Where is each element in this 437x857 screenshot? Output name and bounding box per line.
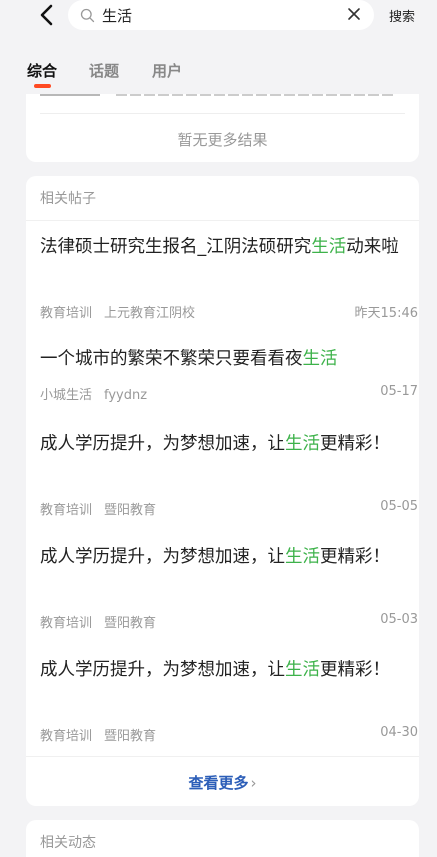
divider <box>26 220 419 221</box>
post-meta: 教育培训 上元教育江阴校 <box>40 302 195 321</box>
section-title: 相关动态 <box>40 835 96 851</box>
post-meta: 教育培训 暨阳教育 <box>40 612 156 631</box>
post-author: 暨阳教育 <box>104 616 157 631</box>
post-title[interactable]: 成人学历提升，为梦想加速，让生活更精彩！ <box>40 655 410 685</box>
divider <box>26 756 419 757</box>
view-more-button[interactable]: 查看更多 › <box>26 772 419 793</box>
post-title[interactable]: 成人学历提升，为梦想加速，让生活更精彩！ <box>40 429 410 459</box>
search-input[interactable]: 生活 <box>68 0 374 30</box>
post-author: 上元教育江阴校 <box>104 306 196 321</box>
post-category: 小城生活 <box>40 388 93 403</box>
post-time: 05-03 <box>380 612 418 627</box>
post-title-highlight: 生活 <box>311 237 347 257</box>
no-more-results: 暂无更多结果 <box>177 131 268 149</box>
post-meta: 小城生活 fyydnz <box>40 384 147 403</box>
related-dynamics-card: 相关动态 <box>26 820 419 857</box>
post-category: 教育培训 <box>40 729 93 744</box>
post-item[interactable]: 成人学历提升，为梦想加速，让生活更精彩！ 教育培训 暨阳教育 05-03 <box>40 542 418 631</box>
post-author: 暨阳教育 <box>104 503 157 518</box>
post-item[interactable]: 法律硕士研究生报名_江阴法硕研究生活动来啦 教育培训 上元教育江阴校 昨天15:4… <box>40 232 418 321</box>
post-author: 暨阳教育 <box>104 729 157 744</box>
search-query[interactable]: 生活 <box>102 5 132 26</box>
section-title: 相关帖子 <box>40 191 96 207</box>
back-arrow-icon[interactable] <box>36 3 60 27</box>
post-time: 05-05 <box>380 499 418 514</box>
post-author: fyydnz <box>104 388 148 403</box>
tab-active-indicator <box>34 84 51 88</box>
post-title-highlight: 生活 <box>285 547 320 567</box>
post-meta: 教育培训 暨阳教育 <box>40 725 156 744</box>
post-category: 教育培训 <box>40 503 93 518</box>
view-more-label[interactable]: 查看更多 <box>188 774 248 792</box>
post-item[interactable]: 成人学历提升，为梦想加速，让生活更精彩！ 教育培训 暨阳教育 04-30 <box>40 655 418 744</box>
post-category: 教育培训 <box>40 616 93 631</box>
clear-icon[interactable] <box>346 6 362 26</box>
post-title[interactable]: 成人学历提升，为梦想加速，让生活更精彩！ <box>40 542 410 572</box>
tab-comprehensive[interactable]: 综合 <box>27 60 57 81</box>
post-title-highlight: 生活 <box>302 349 338 369</box>
post-title-highlight: 生活 <box>285 434 320 454</box>
tab-users[interactable]: 用户 <box>152 60 182 81</box>
chevron-right-icon: › <box>250 774 257 792</box>
post-title-highlight: 生活 <box>285 660 320 680</box>
post-item[interactable]: 一个城市的繁荣不繁荣只要看看夜生活 小城生活 fyydnz 05-17 <box>40 344 418 403</box>
post-time: 05-17 <box>380 384 418 399</box>
related-posts-card: 相关帖子 法律硕士研究生报名_江阴法硕研究生活动来啦 教育培训 上元教育江阴校 昨… <box>26 176 419 806</box>
search-icon <box>80 8 95 27</box>
post-title[interactable]: 法律硕士研究生报名_江阴法硕研究生活动来啦 <box>40 232 410 262</box>
divider <box>40 113 405 114</box>
post-time: 昨天15:46 <box>354 306 418 321</box>
post-title[interactable]: 一个城市的繁荣不繁荣只要看看夜生活 <box>40 344 410 374</box>
tab-topics[interactable]: 话题 <box>89 60 119 81</box>
post-time: 04-30 <box>380 725 418 740</box>
post-meta: 教育培训 暨阳教育 <box>40 499 156 518</box>
post-item[interactable]: 成人学历提升，为梦想加速，让生活更精彩！ 教育培训 暨阳教育 05-05 <box>40 429 418 518</box>
post-category: 教育培训 <box>40 306 93 321</box>
top-bar: 生活 搜索 综合 话题 用户 <box>0 0 437 94</box>
search-button[interactable]: 搜索 <box>389 6 415 25</box>
tab-bar: 综合 话题 用户 <box>0 56 437 90</box>
